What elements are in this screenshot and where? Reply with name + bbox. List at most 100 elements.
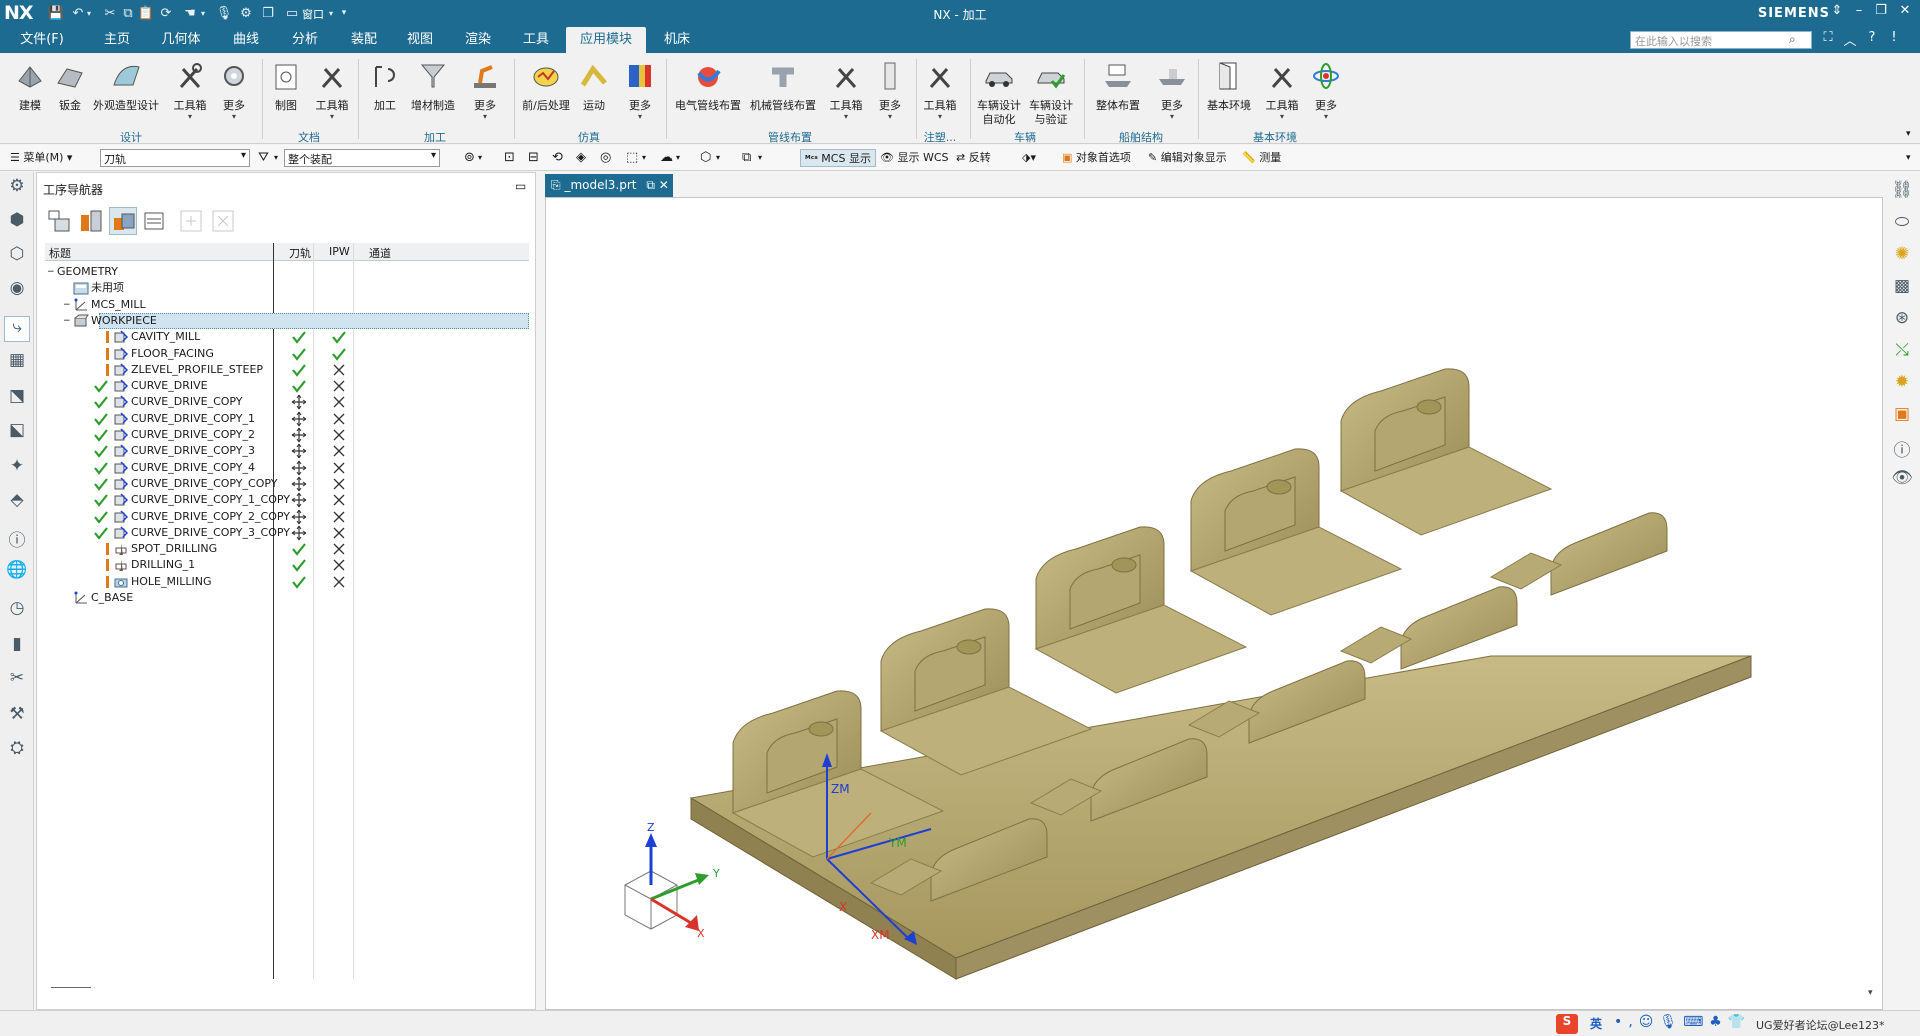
tree-row-cavity-mill[interactable]: CAVITY_MILL xyxy=(45,329,529,345)
tree-row-curve-drive-copy-3[interactable]: CURVE_DRIVE_COPY_3 xyxy=(45,443,529,459)
tree-row-hole-milling[interactable]: HOLE_MILLING xyxy=(45,574,529,590)
manufacturing-button[interactable]: 加工 xyxy=(362,59,408,113)
tool-library-icon[interactable]: ⚒ xyxy=(4,704,30,730)
render-style-icon[interactable]: ☁ xyxy=(660,149,673,167)
design-toolbox-button[interactable]: 工具箱 ▾ xyxy=(170,59,210,121)
tree-row-curve-drive[interactable]: CURVE_DRIVE xyxy=(45,378,529,394)
orientation-icon[interactable]: ▩ xyxy=(1889,276,1915,302)
layers-icon[interactable]: ◎ xyxy=(600,149,611,167)
menu-button[interactable]: ☰ 菜单(M) ▾ xyxy=(10,149,72,167)
ship-more-button[interactable]: 更多 ▾ xyxy=(1152,59,1192,121)
hide-icon[interactable]: 👁 xyxy=(1889,468,1915,494)
tab-curve[interactable]: 曲线 xyxy=(218,27,274,53)
tree-row-spot-drilling[interactable]: SPOT_DRILLING xyxy=(45,541,529,557)
sogou-ime-icon[interactable]: S xyxy=(1556,1014,1578,1034)
column-title[interactable]: 标题 xyxy=(49,245,71,261)
tab-render[interactable]: 渲染 xyxy=(450,27,506,53)
minimize-icon[interactable]: – xyxy=(1848,3,1870,23)
tree-row-curve-drive-copy-2[interactable]: CURVE_DRIVE_COPY_2 xyxy=(45,427,529,443)
assembly-navigator-icon[interactable]: ⛓ xyxy=(1889,180,1915,206)
column-ipw[interactable]: IPW xyxy=(329,245,350,258)
tree-row-mcs-mill[interactable]: − MCS_MILL xyxy=(45,297,529,313)
collapse-toggle[interactable]: − xyxy=(63,297,71,313)
info-icon[interactable]: ! xyxy=(1884,30,1904,50)
tree-row-drilling-1[interactable]: DRILLING_1 xyxy=(45,557,529,573)
tree-row-curve-drive-copy-1[interactable]: CURVE_DRIVE_COPY_1 xyxy=(45,411,529,427)
assembly-navigator-icon[interactable]: ⬢ xyxy=(4,210,30,236)
help-icon[interactable]: ? xyxy=(1862,30,1882,50)
basic-environment-button[interactable]: 基本环境 xyxy=(1204,59,1254,113)
fit-view-icon[interactable]: ⬭ xyxy=(1889,212,1915,238)
tree-row-unused[interactable]: 未用项 xyxy=(45,280,529,296)
ribbon-options-icon[interactable]: ⇕ xyxy=(1826,3,1848,23)
mechanical-routing-button[interactable]: 机械管线布置 xyxy=(748,59,818,113)
object-preferences-button[interactable]: ▣ 对象首选项 xyxy=(1062,149,1131,167)
display-icon[interactable]: ⊛ xyxy=(1889,308,1915,334)
selection-scope-combo[interactable]: 整个装配 xyxy=(284,149,440,167)
fixture-icon[interactable]: ⛭ xyxy=(4,738,30,764)
measure-icon[interactable]: ⬘ xyxy=(4,490,30,516)
machine-tool-view-icon[interactable] xyxy=(77,207,105,235)
delete-icon[interactable] xyxy=(209,207,237,235)
filter-icon[interactable]: ⛛ xyxy=(258,149,269,167)
routing-toolbox-button[interactable]: 工具箱 ▾ xyxy=(826,59,866,121)
rotate-icon[interactable]: ⟲ xyxy=(552,149,563,167)
tab-assembly[interactable]: 装配 xyxy=(336,27,392,53)
drafting-button[interactable]: 制图 xyxy=(266,59,306,113)
geometry-view-icon[interactable] xyxy=(109,207,137,235)
tree-row-workpiece[interactable]: − WORKPIECE xyxy=(45,312,529,329)
horizontal-scroll-handle[interactable] xyxy=(51,987,91,988)
tree-row-curve-drive-copy-2-copy[interactable]: CURVE_DRIVE_COPY_2_COPY xyxy=(45,509,529,525)
part-navigator-icon[interactable]: ⬡ xyxy=(4,244,30,270)
mold-toolbox-button[interactable]: 工具箱 ▾ xyxy=(920,59,960,121)
reuse-library-icon[interactable]: ◉ xyxy=(4,278,30,304)
history-icon[interactable]: ◷ xyxy=(4,598,30,624)
shaded-icon[interactable]: ◈ xyxy=(576,149,586,167)
pre-post-button[interactable]: 前/后处理 xyxy=(518,59,574,113)
tree-row-floor-facing[interactable]: FLOOR_FACING xyxy=(45,346,529,362)
general-arrangement-button[interactable]: 整体布置 xyxy=(1090,59,1146,113)
fit-icon[interactable]: ⊡ xyxy=(504,149,515,167)
tab-applications[interactable]: 应用模块 xyxy=(566,27,646,53)
measure-button[interactable]: 📏 测量 xyxy=(1242,149,1281,167)
vehicle-design-validation-button[interactable]: 车辆设计 与验证 xyxy=(1026,59,1076,127)
tab-analysis[interactable]: 分析 xyxy=(278,27,332,53)
document-toolbox-button[interactable]: 工具箱 ▾ xyxy=(312,59,352,121)
machine-navigator-icon[interactable]: ▦ xyxy=(4,350,30,376)
settings-icon[interactable]: ⚙ xyxy=(4,176,30,202)
section-dropdown-icon[interactable]: ▾ xyxy=(716,149,720,167)
additive-manufacturing-button[interactable]: 增材制造 xyxy=(408,59,458,113)
program-order-view-icon[interactable] xyxy=(45,207,73,235)
info-window-icon[interactable]: ⓘ xyxy=(1889,436,1915,462)
orient-dropdown-icon[interactable]: ▾ xyxy=(642,149,646,167)
collapse-toggle[interactable]: − xyxy=(47,264,55,280)
section-view-icon[interactable]: ⬡ xyxy=(700,149,711,167)
tab-file[interactable]: 文件(F) xyxy=(8,27,76,53)
operation-navigator-icon[interactable]: ⤷ xyxy=(4,316,30,342)
type-filter-combo[interactable]: 刀轨 xyxy=(100,149,250,167)
tab-view[interactable]: 视图 xyxy=(396,27,444,53)
tree-row-curve-drive-copy-3-copy[interactable]: CURVE_DRIVE_COPY_3_COPY xyxy=(45,525,529,541)
edit-object-display-button[interactable]: ✎ 编辑对象显示 xyxy=(1148,149,1227,167)
simulation-icon[interactable]: ▮ xyxy=(4,634,30,660)
snap-dropdown-icon[interactable]: ▾ xyxy=(478,149,482,167)
undock-icon[interactable]: ⧉ xyxy=(640,178,655,192)
fullscreen-icon[interactable]: ⛶ xyxy=(1818,30,1838,50)
ribbon-options-dropdown-icon[interactable]: ▾ xyxy=(1906,129,1911,139)
simulation-more-button[interactable]: 更多 ▾ xyxy=(620,59,660,121)
reverse-button[interactable]: ⇄ 反转 xyxy=(956,149,991,167)
sheet-metal-button[interactable]: 钣金 xyxy=(50,59,90,113)
maximize-panel-icon[interactable]: ▭ xyxy=(515,179,526,193)
display-dropdown-icon[interactable]: ▾ xyxy=(758,149,762,167)
basic-toolbox-button[interactable]: 工具箱 ▾ xyxy=(1262,59,1302,121)
tab-machine[interactable]: 机床 xyxy=(652,27,702,53)
tree-row-curve-drive-copy-copy[interactable]: CURVE_DRIVE_COPY_COPY xyxy=(45,476,529,492)
tree-row-curve-drive-copy[interactable]: CURVE_DRIVE_COPY xyxy=(45,394,529,410)
column-toolpath[interactable]: 刀轨 xyxy=(289,245,311,261)
tree-row-curve-drive-copy-4[interactable]: CURVE_DRIVE_COPY_4 xyxy=(45,460,529,476)
graphics-window[interactable]: ZM YM XM X Z Y X ▾ xyxy=(545,197,1883,1010)
basic-more-button[interactable]: 更多 ▾ xyxy=(1306,59,1346,121)
filter-dropdown-icon[interactable]: ▾ xyxy=(274,149,278,167)
restore-icon[interactable]: ❐ xyxy=(1870,3,1892,23)
toolbar-options-icon[interactable]: ▾ xyxy=(1906,149,1911,167)
